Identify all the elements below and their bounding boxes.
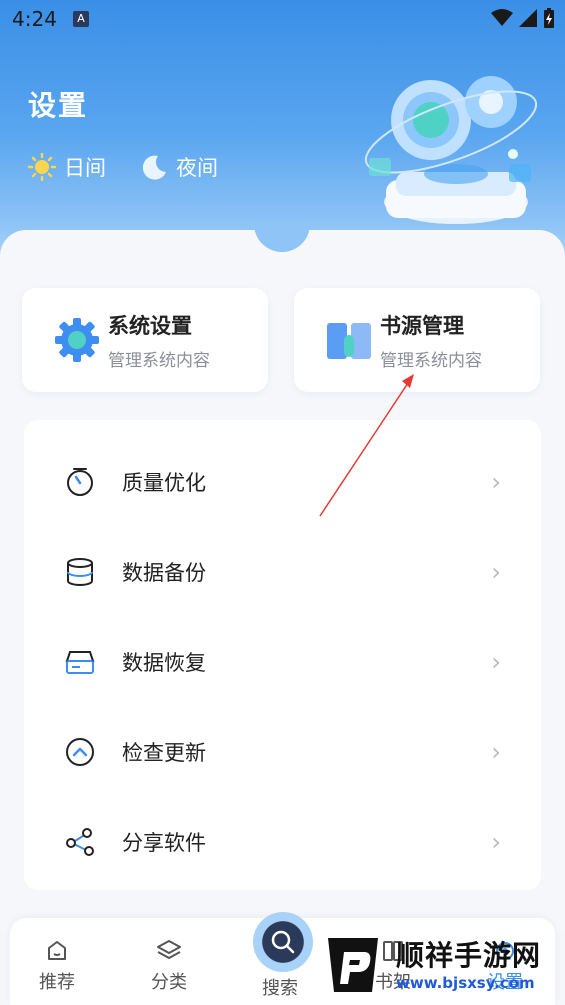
settings-icon <box>496 942 514 960</box>
system-settings-card[interactable]: 系统设置 管理系统内容 <box>22 288 268 392</box>
chevron-right-icon: › <box>491 828 501 856</box>
tab-label: 推荐 <box>39 972 75 993</box>
tab-bookshelf[interactable]: 书架 <box>348 918 438 1005</box>
settings-menu-list: 质量优化 › 数据备份 › 数据恢复 › 检查更新 › 分享软件 › <box>24 420 541 890</box>
notification-badge: A <box>73 11 89 27</box>
tab-label: 书架 <box>375 972 411 993</box>
menu-label: 数据恢复 <box>122 651 206 675</box>
book-source-subtitle: 管理系统内容 <box>380 350 482 371</box>
system-settings-subtitle: 管理系统内容 <box>108 350 210 371</box>
shelf-icon <box>383 941 403 961</box>
tab-settings[interactable]: 设置 <box>460 918 550 1005</box>
book-source-title: 书源管理 <box>380 313 464 338</box>
moon-icon <box>142 155 166 180</box>
chevron-right-icon: › <box>491 648 501 676</box>
chevron-right-icon: › <box>491 558 501 586</box>
status-bar: 4:24 A <box>0 0 565 38</box>
page-title: 设置 <box>28 89 89 122</box>
server-icon <box>65 651 95 674</box>
night-mode-button[interactable]: 夜间 <box>140 152 218 182</box>
signal-icon <box>519 9 537 27</box>
gear-icon <box>55 318 99 362</box>
tab-category[interactable]: 分类 <box>124 918 214 1005</box>
book-source-card[interactable]: 书源管理 管理系统内容 <box>294 288 540 392</box>
day-mode-button[interactable]: 日间 <box>28 152 106 182</box>
tab-recommend[interactable]: 推荐 <box>12 918 102 1005</box>
settings-illustration <box>364 76 538 224</box>
search-icon <box>271 930 295 954</box>
menu-label: 检查更新 <box>122 741 206 765</box>
book-icon <box>327 323 371 359</box>
theme-mode-selector: 日间 夜间 <box>28 152 218 182</box>
share-icon <box>66 828 94 856</box>
tab-label: 设置 <box>487 972 523 993</box>
sun-icon <box>28 153 56 181</box>
menu-label: 数据备份 <box>122 561 206 585</box>
battery-icon <box>544 8 554 28</box>
night-mode-label: 夜间 <box>176 156 218 180</box>
wifi-icon <box>491 9 513 26</box>
day-mode-label: 日间 <box>64 156 106 180</box>
system-icons <box>491 8 555 28</box>
chevron-right-icon: › <box>491 738 501 766</box>
database-icon <box>67 558 93 586</box>
menu-label: 分享软件 <box>122 831 206 855</box>
layers-icon <box>157 940 181 959</box>
chevron-right-icon: › <box>491 468 501 496</box>
update-icon <box>66 738 94 766</box>
tab-search[interactable] <box>253 912 313 972</box>
tab-label: 分类 <box>151 972 187 993</box>
menu-item-update[interactable]: 检查更新 › <box>24 717 541 787</box>
menu-label: 质量优化 <box>122 471 206 495</box>
tab-search-label[interactable]: 搜索 <box>262 974 298 1000</box>
menu-item-share[interactable]: 分享软件 › <box>24 807 541 877</box>
menu-item-quality[interactable]: 质量优化 › <box>24 447 541 517</box>
home-icon <box>48 941 66 960</box>
menu-item-backup[interactable]: 数据备份 › <box>24 537 541 607</box>
menu-item-restore[interactable]: 数据恢复 › <box>24 627 541 697</box>
timer-icon <box>67 468 93 496</box>
system-settings-title: 系统设置 <box>108 313 192 338</box>
status-time: 4:24 <box>12 7 57 31</box>
